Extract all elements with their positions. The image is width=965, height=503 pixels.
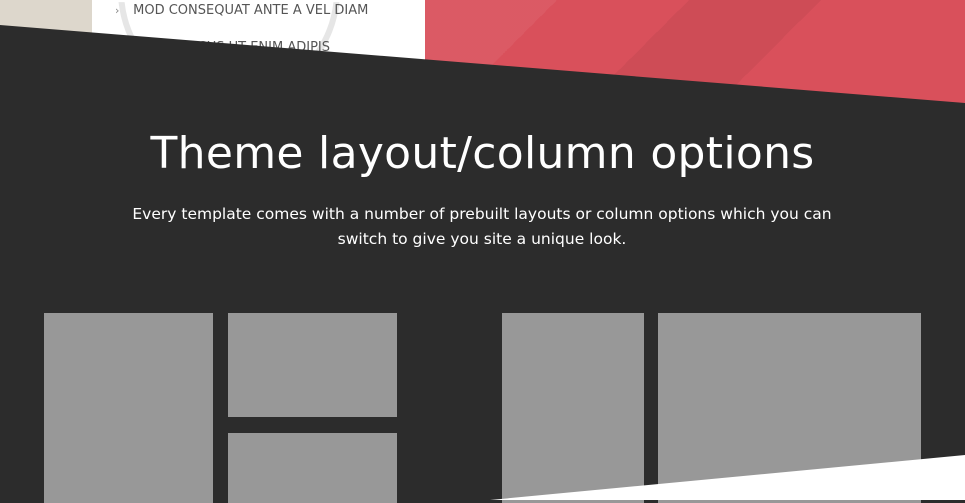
layout-placeholder-bottom[interactable] [228, 433, 397, 503]
feature-list-item[interactable]: › MOD CONSEQUAT ANTE A VEL DIAM [115, 0, 368, 29]
layout-placeholder-top[interactable] [228, 313, 397, 417]
layout-placeholder-tall[interactable] [44, 313, 213, 503]
section-title: Theme layout/column options [150, 128, 815, 179]
feature-item-label: MOD CONSEQUAT ANTE A VEL DIAM [133, 3, 369, 18]
section-description: Every template comes with a number of pr… [132, 205, 832, 248]
chevron-right-icon: › [115, 4, 120, 17]
layout-placeholder-narrow[interactable] [502, 313, 644, 503]
